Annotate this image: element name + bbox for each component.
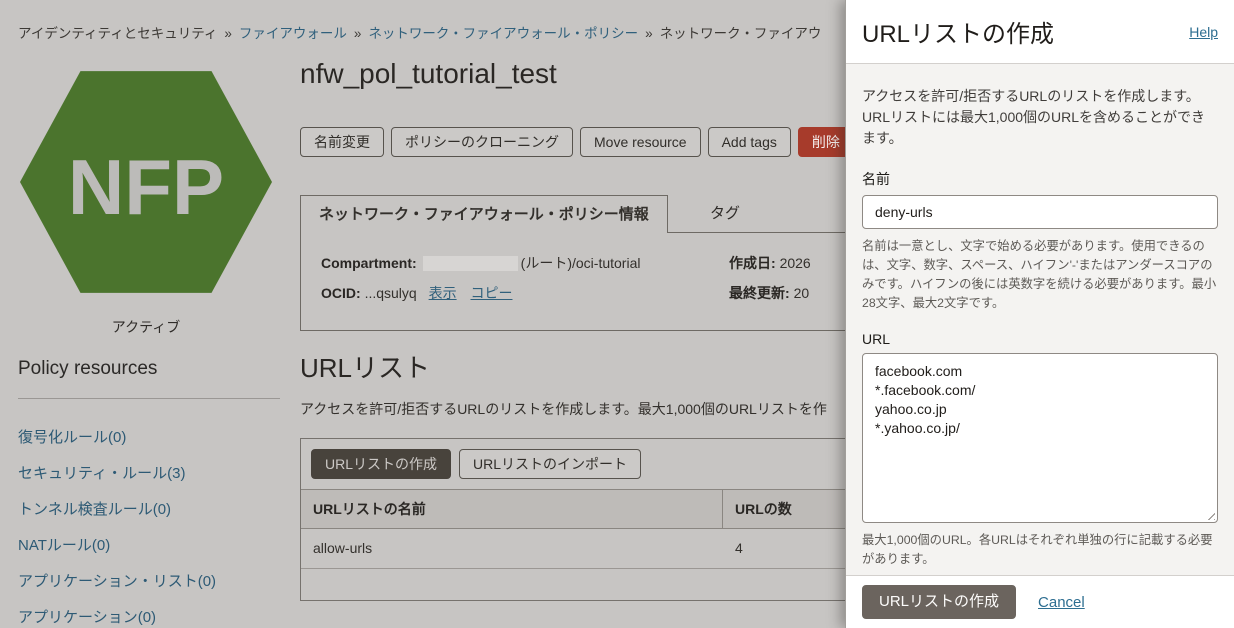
status-text: アクティブ bbox=[0, 317, 292, 337]
name-label: 名前 bbox=[862, 169, 1218, 189]
import-url-list-button[interactable]: URLリストのインポート bbox=[459, 449, 641, 479]
main-content: nfw_pol_tutorial_test 名前変更 ポリシーのクローニング M… bbox=[300, 0, 845, 628]
ocid-value: ...qsulyq bbox=[365, 285, 417, 301]
policy-resources-title: Policy resources bbox=[18, 358, 157, 380]
nfp-badge-text: NFP bbox=[68, 143, 224, 231]
compartment-row: Compartment: (ルート)/oci-tutorial bbox=[321, 253, 640, 273]
panel-footer: URLリストの作成 Cancel bbox=[846, 575, 1234, 628]
rename-button[interactable]: 名前変更 bbox=[300, 127, 384, 157]
name-input[interactable] bbox=[862, 195, 1218, 229]
redacted-compartment-value bbox=[423, 256, 518, 271]
panel-title: URLリストの作成 bbox=[862, 14, 1189, 49]
table-row[interactable]: allow-urls 4 bbox=[301, 529, 845, 569]
table-header-name: URLリストの名前 bbox=[301, 490, 723, 528]
delete-button[interactable]: 削除 bbox=[798, 127, 845, 157]
sidebar-item-application-lists[interactable]: アプリケーション・リスト(0) bbox=[18, 564, 288, 600]
sidebar-item-decryption-rules[interactable]: 復号化ルール(0) bbox=[18, 420, 288, 456]
action-button-row: 名前変更 ポリシーのクローニング Move resource Add tags … bbox=[300, 127, 845, 157]
created-label: 作成日: bbox=[729, 255, 776, 271]
add-tags-button[interactable]: Add tags bbox=[708, 127, 791, 157]
url-label: URL bbox=[862, 331, 1218, 347]
tab-policy-info[interactable]: ネットワーク・ファイアウォール・ポリシー情報 bbox=[300, 195, 668, 233]
updated-value: 20 bbox=[794, 285, 810, 301]
clone-policy-button[interactable]: ポリシーのクローニング bbox=[391, 127, 573, 157]
url-list-toolbar: URLリストの作成 URLリストのインポート bbox=[301, 439, 845, 489]
create-url-list-panel: URLリストの作成 Help アクセスを許可/拒否するURLのリストを作成します… bbox=[845, 0, 1234, 628]
cell-url-count: 4 bbox=[723, 529, 845, 568]
created-value: 2026 bbox=[780, 255, 811, 271]
sidebar-item-tunnel-inspection-rules[interactable]: トンネル検査ルール(0) bbox=[18, 492, 288, 528]
tab-tags[interactable]: タグ bbox=[690, 195, 760, 233]
page-title: nfw_pol_tutorial_test bbox=[300, 58, 557, 90]
panel-header: URLリストの作成 Help bbox=[846, 0, 1234, 64]
url-list-description: アクセスを許可/拒否するURLのリストを作成します。最大1,000個のURLリス… bbox=[300, 399, 827, 419]
compartment-value: (ルート)/oci-tutorial bbox=[521, 255, 641, 271]
panel-create-button[interactable]: URLリストの作成 bbox=[862, 585, 1016, 619]
sidebar-item-applications[interactable]: アプリケーション(0) bbox=[18, 600, 288, 628]
cell-url-list-name: allow-urls bbox=[301, 529, 723, 568]
url-textarea-wrapper: facebook.com *.facebook.com/ yahoo.co.jp… bbox=[862, 353, 1218, 523]
move-resource-button[interactable]: Move resource bbox=[580, 127, 701, 157]
compartment-label: Compartment: bbox=[321, 255, 417, 271]
nfp-hexagon-icon: NFP bbox=[20, 70, 272, 294]
copy-link[interactable]: コピー bbox=[470, 285, 512, 301]
updated-row: 最終更新: 20 bbox=[729, 283, 809, 303]
ocid-row: OCID: ...qsulyq 表示 コピー bbox=[321, 283, 512, 303]
url-list-heading: URLリスト bbox=[300, 348, 430, 385]
url-list-table-header: URLリストの名前 URLの数 bbox=[301, 489, 845, 529]
create-url-list-button[interactable]: URLリストの作成 bbox=[311, 449, 451, 479]
panel-body: アクセスを許可/拒否するURLのリストを作成します。URLリストには最大1,00… bbox=[846, 64, 1234, 575]
created-row: 作成日: 2026 bbox=[729, 253, 811, 273]
table-header-count: URLの数 bbox=[723, 490, 845, 528]
policy-resources-nav: 復号化ルール(0) セキュリティ・ルール(3) トンネル検査ルール(0) NAT… bbox=[18, 420, 288, 628]
sidebar-item-security-rules[interactable]: セキュリティ・ルール(3) bbox=[18, 456, 288, 492]
url-help-text: 最大1,000個のURL。各URLはそれぞれ単独の行に記載する必要があります。 bbox=[862, 531, 1218, 569]
url-textarea[interactable]: facebook.com *.facebook.com/ yahoo.co.jp… bbox=[862, 353, 1218, 523]
show-link[interactable]: 表示 bbox=[429, 285, 457, 301]
name-help-text: 名前は一意とし、文字で始める必要があります。使用できるのは、文字、数字、スペース… bbox=[862, 237, 1218, 313]
sidebar-item-nat-rules[interactable]: NATルール(0) bbox=[18, 528, 288, 564]
panel-description: アクセスを許可/拒否するURLのリストを作成します。URLリストには最大1,00… bbox=[862, 86, 1218, 149]
resource-sidebar: NFP アクティブ Policy resources 復号化ルール(0) セキュ… bbox=[0, 0, 292, 628]
cancel-link[interactable]: Cancel bbox=[1038, 594, 1085, 611]
url-list-card: URLリストの作成 URLリストのインポート URLリストの名前 URLの数 a… bbox=[300, 438, 845, 601]
updated-label: 最終更新: bbox=[729, 285, 790, 301]
sidebar-divider bbox=[18, 398, 280, 399]
policy-details-panel: Compartment: (ルート)/oci-tutorial OCID: ...… bbox=[300, 232, 845, 331]
help-link[interactable]: Help bbox=[1189, 24, 1218, 40]
ocid-label: OCID: bbox=[321, 285, 361, 301]
